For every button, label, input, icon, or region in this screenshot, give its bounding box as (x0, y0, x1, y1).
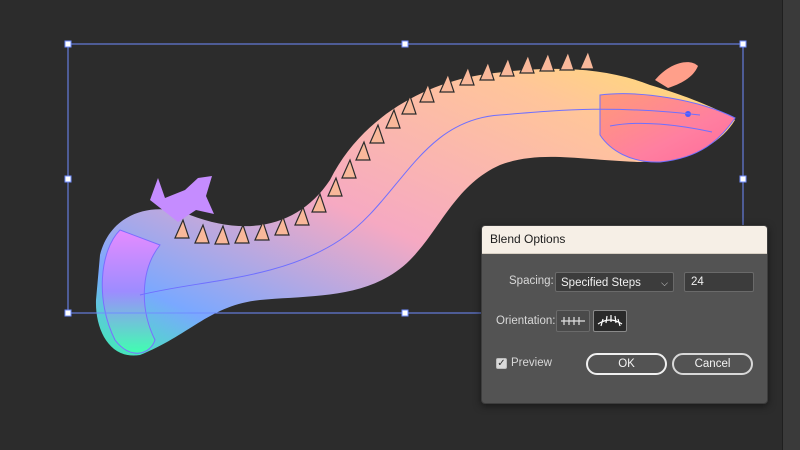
spacing-dropdown[interactable]: Specified Steps ⌵ (555, 272, 674, 292)
blend-options-dialog: Blend Options Spacing: Specified Steps ⌵… (481, 225, 768, 404)
align-to-page-button[interactable] (556, 310, 590, 332)
head-shape (599, 93, 736, 163)
spacing-row: Spacing: Specified Steps ⌵ 24 (482, 272, 767, 292)
spacing-value: Specified Steps (561, 277, 641, 289)
checkmark-icon: ✓ (497, 358, 506, 369)
dialog-title: Blend Options (482, 226, 767, 254)
orientation-row: Orientation: (482, 310, 767, 334)
align-to-page-icon (561, 317, 585, 325)
panel-edge (782, 0, 800, 450)
cancel-button[interactable]: Cancel (672, 353, 753, 375)
head-fin (655, 62, 698, 88)
orientation-label: Orientation: (496, 315, 556, 327)
chevron-down-icon: ⌵ (661, 278, 668, 288)
preview-checkbox[interactable]: ✓ (496, 358, 507, 369)
preview-row[interactable]: ✓ Preview (496, 357, 596, 371)
spacing-label: Spacing: (509, 275, 554, 287)
align-to-path-button[interactable] (593, 310, 627, 332)
steps-input[interactable]: 24 (684, 272, 754, 292)
ok-button[interactable]: OK (586, 353, 667, 375)
preview-label: Preview (511, 357, 552, 369)
align-to-path-icon (597, 315, 623, 327)
